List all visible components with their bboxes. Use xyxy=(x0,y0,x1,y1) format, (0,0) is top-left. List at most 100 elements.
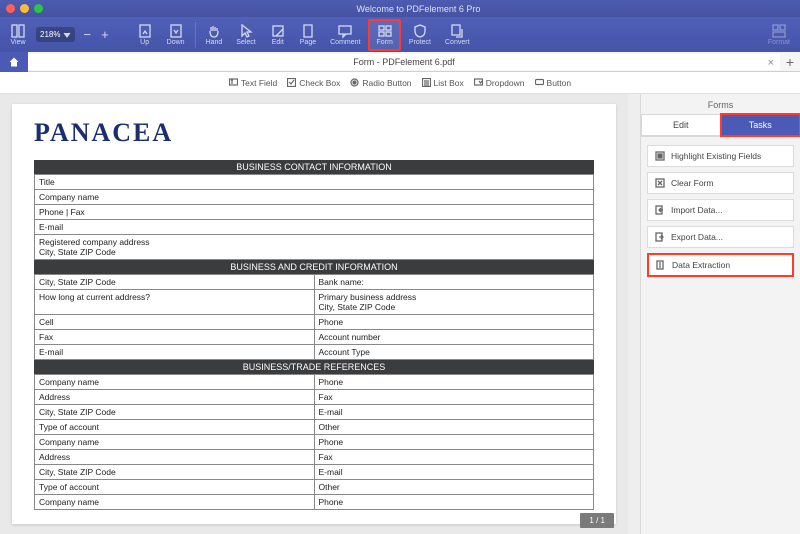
forms-side-panel: Forms Edit Tasks Highlight Existing Fiel… xyxy=(640,94,800,534)
data-extraction-button[interactable]: Data Extraction xyxy=(647,253,794,277)
form-cell: Phone xyxy=(314,315,594,330)
edit-icon xyxy=(270,23,286,39)
text-field-icon xyxy=(229,78,238,87)
page-up-icon xyxy=(137,23,153,39)
home-button[interactable] xyxy=(0,52,28,72)
form-cell: E-mail xyxy=(35,220,594,235)
form-cell: Cell xyxy=(35,315,315,330)
close-window-button[interactable] xyxy=(6,4,15,13)
dropdown-tool[interactable]: Dropdown xyxy=(474,78,525,88)
form-cell: Primary business address City, State ZIP… xyxy=(314,290,594,315)
clear-icon xyxy=(655,178,665,188)
form-cell: Phone xyxy=(314,435,594,450)
form-cell: Other xyxy=(314,480,594,495)
zoom-in-button[interactable]: + xyxy=(97,27,113,42)
section3-table: Company namePhone AddressFax City, State… xyxy=(34,374,594,510)
format-icon xyxy=(771,23,787,39)
page-tool-button[interactable]: Page xyxy=(294,19,322,51)
page-indicator: 1 / 1 xyxy=(580,513,614,528)
button-icon xyxy=(535,78,544,87)
form-tool-button[interactable]: Form xyxy=(368,19,400,51)
cursor-icon xyxy=(238,23,254,39)
convert-icon xyxy=(449,23,465,39)
hand-icon xyxy=(206,23,222,39)
export-data-button[interactable]: Export Data... xyxy=(647,226,794,248)
form-cell: Phone xyxy=(314,495,594,510)
form-cell: Company name xyxy=(35,435,315,450)
form-cell: Type of account xyxy=(35,420,315,435)
select-tool-button[interactable]: Select xyxy=(230,19,261,51)
form-cell: E-mail xyxy=(314,465,594,480)
format-tool-button[interactable]: Format xyxy=(762,19,796,51)
export-icon xyxy=(655,232,665,242)
vertical-scrollbar[interactable] xyxy=(628,94,640,534)
comment-icon xyxy=(337,23,353,39)
titlebar: Welcome to PDFelement 6 Pro xyxy=(0,0,800,17)
highlight-fields-button[interactable]: Highlight Existing Fields xyxy=(647,145,794,167)
shield-icon xyxy=(412,23,428,39)
form-icon xyxy=(377,23,393,39)
window-title: Welcome to PDFelement 6 Pro xyxy=(43,4,794,14)
check-box-tool[interactable]: Check Box xyxy=(287,78,340,88)
document-logo: PANACEA xyxy=(34,118,594,148)
button-tool[interactable]: Button xyxy=(535,78,572,88)
tasks-list: Highlight Existing Fields Clear Form Imp… xyxy=(641,137,800,285)
protect-tool-button[interactable]: Protect xyxy=(403,19,437,51)
form-cell: Registered company address City, State Z… xyxy=(35,235,594,260)
form-cell: How long at current address? xyxy=(35,290,315,315)
zoom-level-dropdown[interactable]: 218% xyxy=(36,27,75,42)
form-cell: Title xyxy=(35,175,594,190)
form-cell: City, State ZIP Code xyxy=(35,465,315,480)
pdf-page: PANACEA BUSINESS CONTACT INFORMATION Tit… xyxy=(12,104,616,524)
fit-up-button[interactable]: Up xyxy=(131,19,159,51)
form-cell: E-mail xyxy=(314,405,594,420)
window-controls xyxy=(6,4,43,13)
form-fields-toolbar: Text Field Check Box Radio Button List B… xyxy=(0,72,800,94)
hand-tool-button[interactable]: Hand xyxy=(200,19,229,51)
close-tab-button[interactable]: × xyxy=(768,57,774,69)
maximize-window-button[interactable] xyxy=(34,4,43,13)
checkbox-icon xyxy=(287,78,296,87)
zoom-out-button[interactable]: − xyxy=(79,27,95,42)
section-header: BUSINESS AND CREDIT INFORMATION xyxy=(34,260,594,274)
panel-tabs: Edit Tasks xyxy=(641,114,800,137)
extract-icon xyxy=(656,260,666,270)
form-cell: Account number xyxy=(314,330,594,345)
form-cell: Phone | Fax xyxy=(35,205,594,220)
highlight-icon xyxy=(655,151,665,161)
form-cell: Address xyxy=(35,390,315,405)
form-cell: Account Type xyxy=(314,345,594,360)
home-icon xyxy=(8,56,20,68)
list-box-tool[interactable]: List Box xyxy=(422,78,464,88)
import-icon xyxy=(655,205,665,215)
view-button[interactable]: View xyxy=(4,19,32,51)
comment-tool-button[interactable]: Comment xyxy=(324,19,366,51)
section1-table: Title Company name Phone | Fax E-mail Re… xyxy=(34,174,594,260)
convert-tool-button[interactable]: Convert xyxy=(439,19,476,51)
form-cell: Address xyxy=(35,450,315,465)
separator xyxy=(195,22,196,48)
add-tab-button[interactable]: + xyxy=(780,54,800,70)
document-tab[interactable]: Form - PDFelement 6.pdf × xyxy=(28,54,780,70)
panel-tab-edit[interactable]: Edit xyxy=(641,114,721,136)
dropdown-icon xyxy=(474,78,483,87)
form-cell: Bank name: xyxy=(314,275,594,290)
clear-form-button[interactable]: Clear Form xyxy=(647,172,794,194)
page-icon xyxy=(300,23,316,39)
form-cell: Fax xyxy=(314,390,594,405)
form-cell: Type of account xyxy=(35,480,315,495)
radio-button-tool[interactable]: Radio Button xyxy=(350,78,411,88)
fit-down-button[interactable]: Down xyxy=(161,19,191,51)
main-toolbar: View 218% − + Up Down Hand Select Edit P… xyxy=(0,17,800,52)
document-canvas[interactable]: PANACEA BUSINESS CONTACT INFORMATION Tit… xyxy=(0,94,640,534)
edit-tool-button[interactable]: Edit xyxy=(264,19,292,51)
text-field-tool[interactable]: Text Field xyxy=(229,78,277,88)
form-cell: E-mail xyxy=(35,345,315,360)
panel-tab-tasks[interactable]: Tasks xyxy=(721,114,800,136)
chevron-down-icon xyxy=(63,31,71,39)
import-data-button[interactable]: Import Data... xyxy=(647,199,794,221)
view-icon xyxy=(10,23,26,39)
form-cell: Phone xyxy=(314,375,594,390)
form-cell: Company name xyxy=(35,190,594,205)
minimize-window-button[interactable] xyxy=(20,4,29,13)
